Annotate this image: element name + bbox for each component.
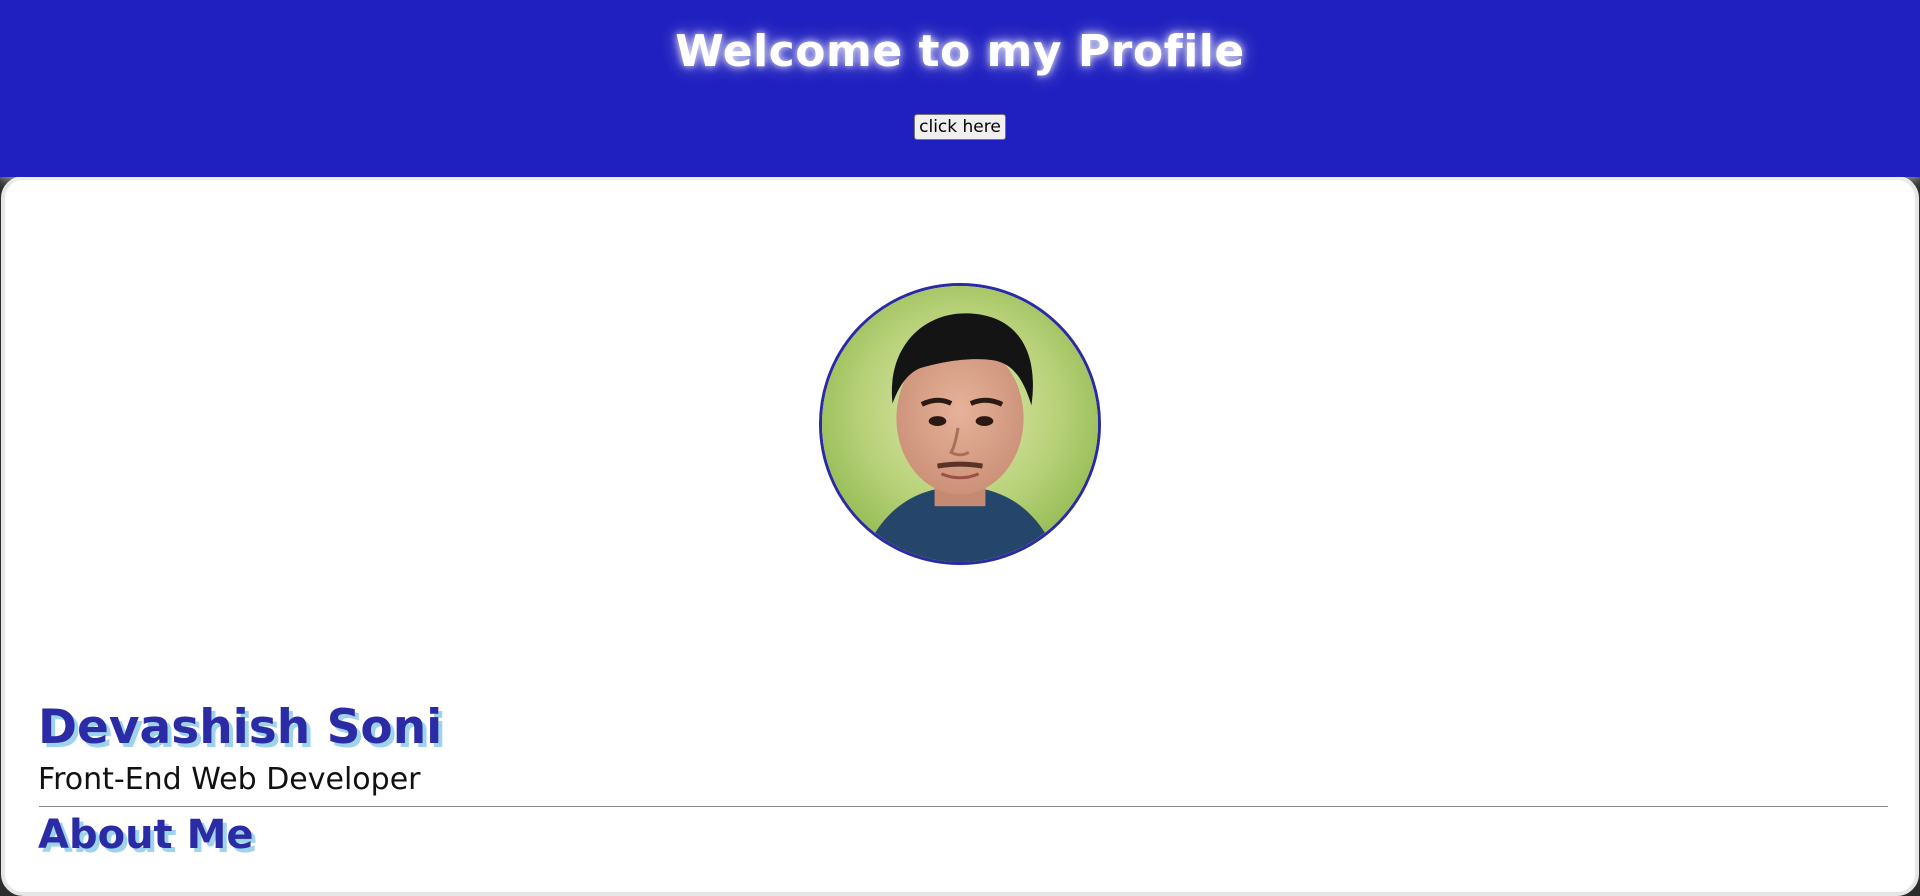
- avatar: [819, 283, 1101, 565]
- page-header: Welcome to my Profile click here: [0, 0, 1920, 177]
- about-heading: About Me: [38, 812, 254, 858]
- section-divider: [39, 806, 1888, 807]
- click-here-button[interactable]: click here: [914, 114, 1006, 140]
- page-title: Welcome to my Profile: [675, 26, 1245, 77]
- profile-card: Devashish Soni Front-End Web Developer A…: [1, 176, 1919, 896]
- profile-photo: [822, 286, 1098, 562]
- profile-name: Devashish Soni: [38, 700, 443, 755]
- profile-role: Front-End Web Developer: [38, 762, 421, 797]
